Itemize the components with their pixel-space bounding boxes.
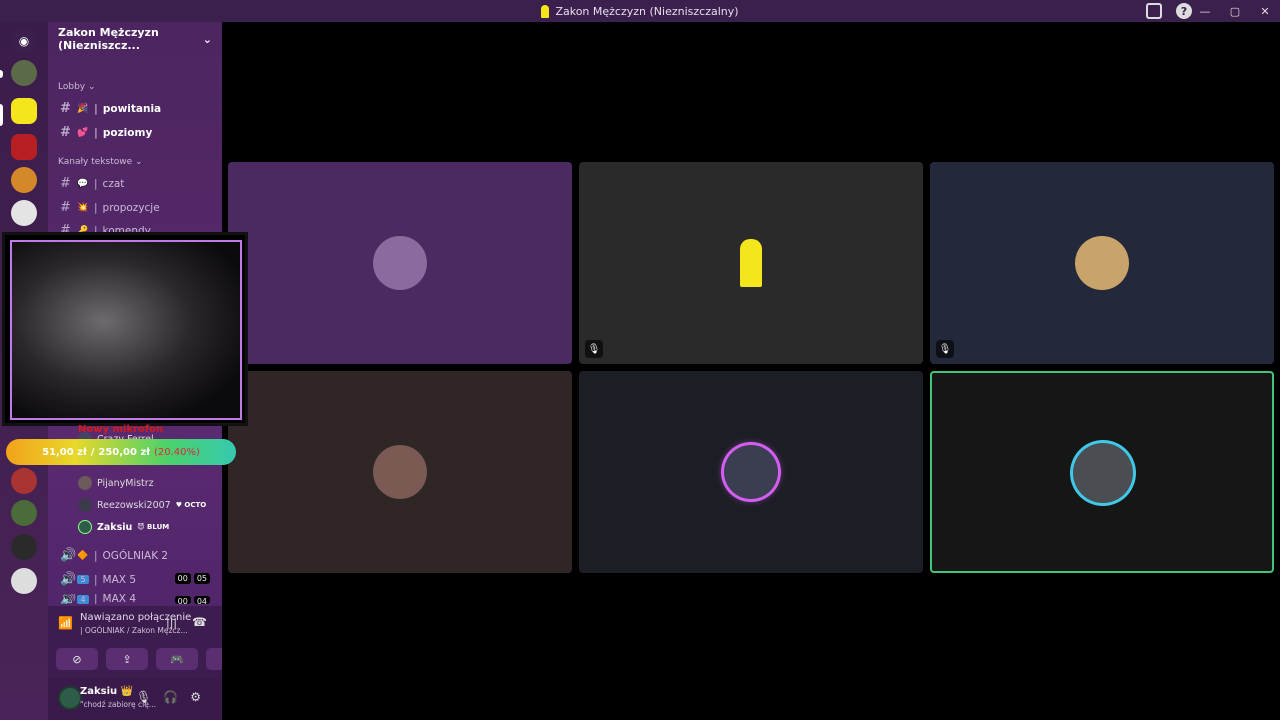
participant-tile-speaking[interactable]	[930, 371, 1274, 573]
participant-tile[interactable]	[228, 371, 572, 573]
server-icon-zakon[interactable]	[11, 98, 37, 124]
participant-tile[interactable]: 🎙	[930, 162, 1274, 364]
channel-label: propozycje	[102, 201, 160, 214]
user-limit-badge: 00 05	[174, 573, 210, 584]
channel-emoji: 🎉	[77, 103, 89, 114]
accessibility-icon[interactable]	[11, 200, 37, 226]
donation-current: 51,00 zł	[42, 446, 87, 458]
user-panel: Zaksiu 👑 "chodź zabiorę cię... 🎙 🎧 ⚙	[48, 678, 222, 720]
user-tag: 😈 BLUM	[137, 523, 170, 531]
noise-suppression-icon[interactable]: |||	[166, 616, 177, 629]
voice-user-name: Zaksiu	[97, 521, 133, 533]
user-tag: ♥ OCTO	[175, 501, 207, 509]
channel-powitania[interactable]: # 🎉 | powitania	[60, 101, 161, 116]
channel-label: powitania	[102, 102, 162, 115]
webcam-feed	[10, 240, 242, 420]
avatar	[78, 498, 92, 512]
channel-emoji: 💕	[77, 127, 89, 138]
channel-emoji: 🔶	[77, 550, 89, 561]
server-icon-4[interactable]	[11, 167, 37, 193]
donation-percent: (20.40%)	[153, 446, 200, 458]
avatar	[724, 445, 778, 499]
donation-goal-bar: 51,00 zł / 250,00 zł (20.40%)	[6, 439, 236, 465]
settings-gear-icon[interactable]: ⚙	[190, 690, 201, 704]
microphone-icon[interactable]: 🎙	[136, 690, 151, 704]
participant-tile[interactable]	[579, 371, 923, 573]
donation-goal: 250,00 zł	[98, 446, 150, 458]
avatar	[78, 476, 92, 490]
channel-label: MAX 4	[102, 594, 137, 604]
channel-label: czat	[102, 177, 125, 190]
webcam-overlay	[2, 232, 248, 426]
avatar	[1073, 443, 1133, 503]
server-icon-5[interactable]	[11, 468, 37, 494]
channel-emoji: 5	[77, 575, 89, 584]
title-bar: Zakon Mężczyzn (Niezniszczalny) ? — ▢ ✕	[0, 0, 1280, 22]
channel-label: OGÓLNIAK 2	[102, 549, 169, 562]
inbox-icon[interactable]	[1146, 3, 1162, 19]
server-header[interactable]: Zakon Mężczyzn (Niezniszcz... ⌄	[48, 22, 222, 56]
channel-label: poziomy	[102, 126, 153, 139]
avatar[interactable]	[58, 686, 82, 710]
hash-icon: #	[60, 101, 71, 116]
channel-poziomy[interactable]: # 💕 | poziomy	[60, 125, 152, 140]
server-name: Zakon Mężczyzn (Niezniszcz...	[58, 26, 159, 52]
muted-icon: 🎙	[585, 340, 603, 358]
server-icon-3[interactable]	[11, 134, 37, 160]
activities-button[interactable]: 🎮	[156, 648, 198, 670]
donation-goal-title: Nowy mikrofon	[78, 424, 164, 435]
channel-czat[interactable]: # 💬 | czat	[60, 176, 124, 191]
server-icon-7[interactable]	[11, 534, 37, 560]
hash-icon: #	[60, 176, 71, 191]
voice-channel-max4[interactable]: 🔊 4 | MAX 4	[60, 594, 136, 604]
avatar	[373, 236, 427, 290]
channel-emoji: 💥	[77, 202, 89, 213]
participant-tile[interactable]	[228, 162, 572, 364]
voice-user[interactable]: Reezowski2007 ♥ OCTO	[78, 498, 206, 512]
user-name: Zaksiu 👑	[80, 686, 134, 697]
speaker-icon: 🔊	[60, 594, 77, 604]
voice-channel-max5[interactable]: 🔊 5 | MAX 5	[60, 572, 136, 587]
voice-call-grid: 🎙 🎙	[222, 22, 1280, 720]
disconnect-icon[interactable]: ☎	[192, 615, 207, 629]
voice-user[interactable]: PijanyMistrz	[78, 476, 154, 490]
speaker-icon: 🔊	[60, 548, 77, 563]
participant-tile[interactable]: 🎙	[579, 162, 923, 364]
voice-user-name: PijanyMistrz	[97, 477, 154, 489]
camera-off-button[interactable]: ⊘	[56, 648, 98, 670]
window-title: Zakon Mężczyzn (Niezniszczalny)	[555, 4, 739, 18]
hash-icon: #	[60, 200, 71, 215]
avatar	[724, 236, 778, 290]
voice-user-name: Reezowski2007	[97, 499, 171, 511]
muted-icon: 🎙	[936, 340, 954, 358]
avatar	[1075, 236, 1129, 290]
speaker-icon: 🔊	[60, 572, 77, 587]
signal-icon[interactable]: 📶	[58, 616, 73, 630]
discord-home-icon[interactable]: ◉	[11, 28, 37, 54]
hash-icon: #	[60, 125, 71, 140]
user-limit-badge: 00 04	[174, 596, 210, 604]
voice-user[interactable]: Zaksiu 😈 BLUM	[78, 520, 169, 534]
server-icon-8[interactable]	[11, 568, 37, 594]
headphones-icon[interactable]: 🎧	[163, 690, 178, 704]
close-button[interactable]: ✕	[1250, 5, 1280, 18]
server-icon-1[interactable]	[11, 60, 37, 86]
screen-share-button[interactable]: ⇪	[106, 648, 148, 670]
server-icon-6[interactable]	[11, 500, 37, 526]
maximize-button[interactable]: ▢	[1220, 5, 1250, 18]
channel-label: MAX 5	[102, 573, 137, 586]
category-text[interactable]: Kanały tekstowe ⌄	[58, 157, 143, 167]
voice-channel-ogolniak2[interactable]: 🔊 🔶 | OGÓLNIAK 2	[60, 548, 168, 563]
avatar	[78, 520, 92, 534]
minimize-button[interactable]: —	[1190, 5, 1220, 18]
chevron-down-icon: ⌄	[202, 32, 212, 46]
channel-emoji: 💬	[77, 178, 89, 189]
category-lobby[interactable]: Lobby ⌄	[58, 82, 96, 92]
channel-propozycje[interactable]: # 💥 | propozycje	[60, 200, 160, 215]
avatar	[373, 445, 427, 499]
donation-separator: /	[90, 446, 95, 458]
server-icon	[541, 4, 550, 18]
channel-emoji: 4	[77, 594, 89, 604]
